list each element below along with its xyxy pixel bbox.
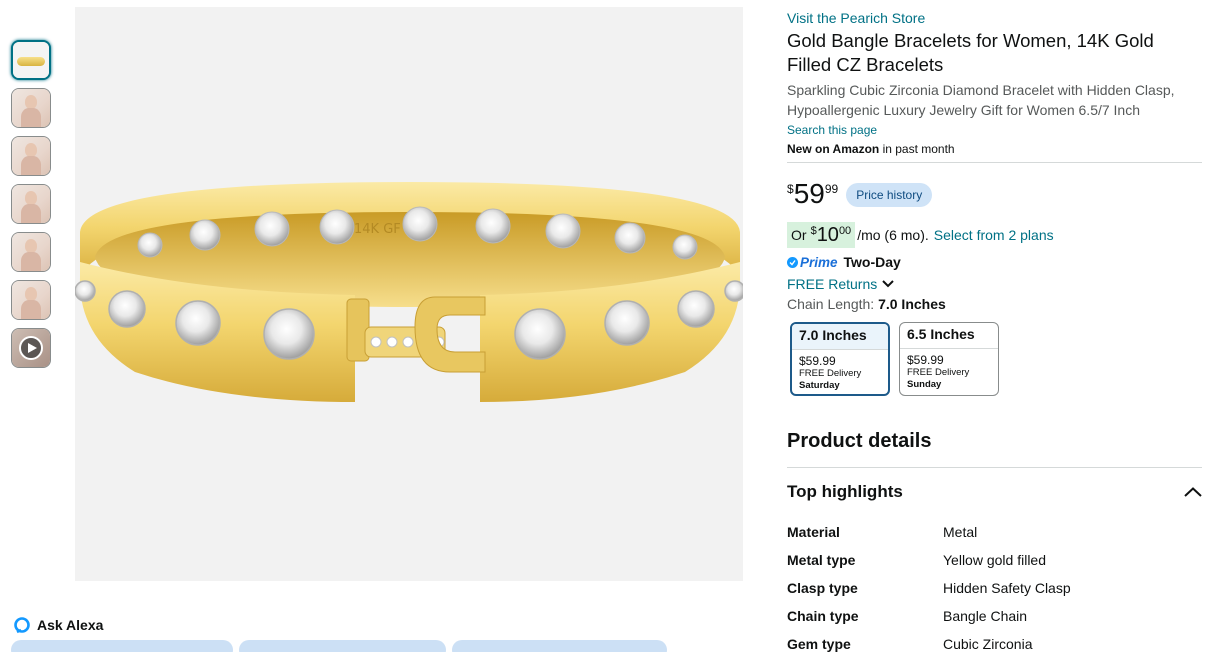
option-delivery-day: Saturday	[799, 380, 840, 391]
spec-key: Clasp type	[787, 580, 858, 596]
top-highlights-heading: Top highlights	[787, 482, 903, 501]
product-details-heading: Product details	[787, 430, 1202, 468]
option-delivery: FREE Delivery	[907, 367, 970, 378]
top-highlights-toggle[interactable]: Top highlights	[787, 482, 1202, 502]
option-delivery: FREE Delivery	[799, 368, 862, 379]
spec-row: Chain type Bangle Chain	[787, 608, 1202, 636]
prime-delivery-speed: Two-Day	[843, 254, 901, 270]
store-link[interactable]: Visit the Pearich Store	[787, 10, 1202, 26]
payment-plan: Or $ 10 00 /mo (6 mo). Select from 2 pla…	[787, 222, 1202, 248]
thumbnail-model-5[interactable]	[11, 280, 51, 320]
play-icon	[19, 336, 43, 360]
chain-length-value: 7.0 Inches	[878, 296, 946, 312]
prime-logo: Prime	[800, 254, 838, 270]
plan-fraction: 00	[838, 225, 852, 237]
spec-row: Gem type Cubic Zirconia	[787, 636, 1202, 652]
new-on-amazon-rest: in past month	[879, 142, 955, 156]
option-label: 7.0 Inches	[792, 324, 888, 349]
chain-length-prefix: Chain Length:	[787, 296, 875, 312]
option-label: 6.5 Inches	[907, 326, 975, 342]
thumbnail-model-1[interactable]	[11, 88, 51, 128]
spec-row: Metal type Yellow gold filled	[787, 552, 1202, 580]
option-price: $59.99	[799, 354, 836, 368]
plan-whole: 10	[816, 224, 839, 246]
spec-value: Cubic Zirconia	[943, 636, 1033, 652]
thumbnail-model-4[interactable]	[11, 232, 51, 272]
spec-key: Material	[787, 524, 840, 540]
product-info: Visit the Pearich Store Gold Bangle Brac…	[787, 7, 1202, 652]
price-history-button[interactable]: Price history	[846, 183, 933, 207]
chevron-down-icon	[882, 280, 894, 288]
thumbnail-video[interactable]	[11, 328, 51, 368]
spec-value: Yellow gold filled	[943, 552, 1046, 568]
chain-length-options: 7.0 Inches $59.99 FREE Delivery Saturday…	[790, 322, 1202, 396]
option-6-5-inches[interactable]: 6.5 Inches $59.99 FREE Delivery Sunday	[899, 322, 999, 396]
price-whole: 59	[793, 178, 825, 209]
alexa-suggestion-chip-3[interactable]	[452, 640, 667, 652]
bracelet-illustration: 14K GF	[75, 182, 743, 402]
free-returns-dropdown[interactable]: FREE Returns	[787, 274, 1202, 294]
product-title: Gold Bangle Bracelets for Women, 14K Gol…	[787, 30, 1154, 75]
prime-check-icon	[787, 256, 798, 268]
spec-key: Gem type	[787, 636, 851, 652]
price-fraction: 99	[824, 182, 839, 196]
spec-row: Clasp type Hidden Safety Clasp	[787, 580, 1202, 608]
spec-row: Material Metal	[787, 524, 1202, 552]
spec-key: Metal type	[787, 552, 856, 568]
plan-per-month: /mo (6 mo).	[857, 227, 929, 243]
spec-value: Hidden Safety Clasp	[943, 580, 1071, 596]
prime-delivery: Prime Two-Day	[787, 252, 1202, 272]
ask-alexa-label: Ask Alexa	[37, 617, 104, 633]
specs-table: Material Metal Metal type Yellow gold fi…	[787, 524, 1202, 652]
alexa-suggestion-chip-1[interactable]	[11, 640, 233, 652]
alexa-icon	[14, 617, 30, 634]
free-returns-label: FREE Returns	[787, 276, 878, 292]
main-product-image[interactable]: 14K GF	[75, 7, 743, 581]
option-price: $59.99	[907, 353, 944, 367]
spec-value: Bangle Chain	[943, 608, 1028, 624]
engraving-text: 14K GF	[354, 222, 401, 237]
product-subtitle: Sparkling Cubic Zirconia Diamond Bracele…	[787, 82, 1175, 118]
plan-price-highlight: Or $ 10 00	[787, 222, 856, 248]
alexa-suggestion-chip-2[interactable]	[239, 640, 446, 652]
search-this-page-link[interactable]: Search this page	[787, 123, 1202, 137]
spec-value: Metal	[943, 524, 978, 540]
option-7-0-inches[interactable]: 7.0 Inches $59.99 FREE Delivery Saturday	[790, 322, 890, 396]
chevron-up-icon	[1184, 487, 1202, 497]
option-delivery-day: Sunday	[907, 379, 942, 390]
price-symbol: $	[787, 182, 794, 196]
new-on-amazon-bold: New on Amazon	[787, 142, 880, 156]
thumbnail-bracelet[interactable]	[11, 40, 51, 80]
thumbnail-strip	[11, 40, 51, 376]
thumbnail-model-2[interactable]	[11, 136, 51, 176]
spec-key: Chain type	[787, 608, 859, 624]
select-plans-link[interactable]: Select from 2 plans	[934, 227, 1054, 243]
chain-length-label: Chain Length: 7.0 Inches	[787, 296, 1202, 316]
price: $ 59 99 Price history	[787, 179, 1202, 211]
ask-alexa[interactable]: Ask Alexa	[13, 616, 103, 634]
thumbnail-model-3[interactable]	[11, 184, 51, 224]
new-on-amazon: New on Amazon in past month	[787, 142, 1202, 163]
plan-or: Or	[791, 227, 807, 243]
